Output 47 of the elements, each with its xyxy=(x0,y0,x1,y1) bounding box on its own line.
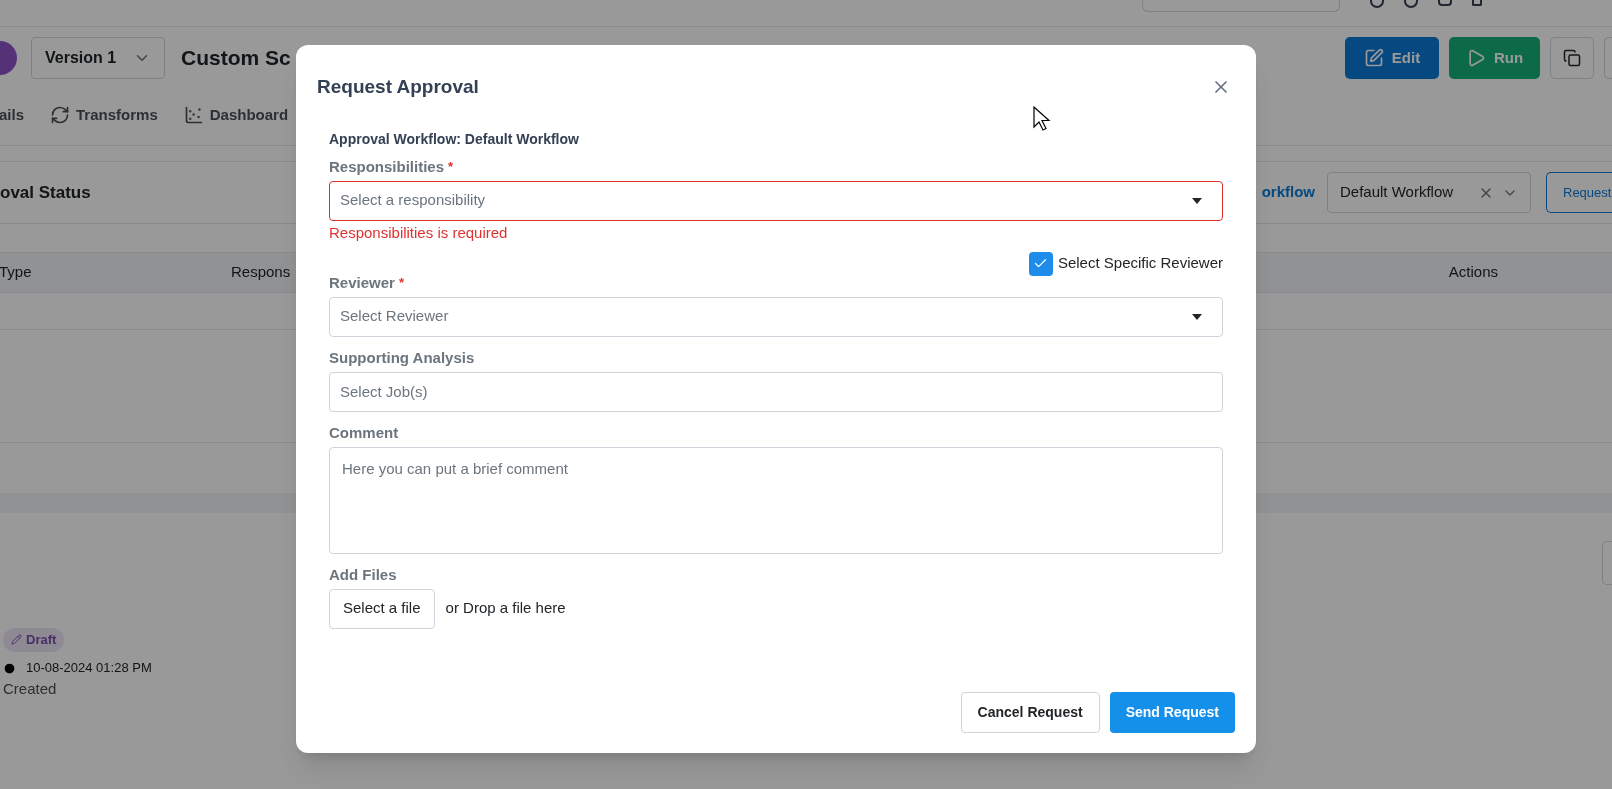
select-field[interactable]: Select Reviewer xyxy=(329,296,1223,337)
cancel-request-button[interactable]: Cancel Request xyxy=(960,692,1100,733)
column-header: Actions xyxy=(1448,262,1498,283)
input-field[interactable]: Select Job(s) xyxy=(329,371,1223,412)
workflow-link[interactable]: orkflow xyxy=(1261,181,1315,204)
caret-icon xyxy=(1192,313,1202,320)
timestamp: 10-08-2024 01:28 PM xyxy=(26,659,152,678)
column-header: Type xyxy=(0,262,33,283)
field-label: Supporting Analysis xyxy=(329,348,475,367)
scatter-chart-icon xyxy=(183,105,204,125)
field-label: Reviewer xyxy=(329,273,395,292)
required-mark: * xyxy=(448,157,454,176)
edit-icon xyxy=(1363,48,1384,68)
checkbox-label: Select Specific Reviewer xyxy=(1057,253,1223,274)
caret-icon xyxy=(1192,197,1202,204)
page-title: Custom Sc xyxy=(181,45,291,72)
edit-button[interactable]: Edit xyxy=(1345,37,1439,79)
tab[interactable]: ails xyxy=(0,103,25,127)
comment-field[interactable]: Here you can put a brief comment xyxy=(329,446,1223,554)
section-title: oval Status xyxy=(0,181,91,204)
error-message: Responsibilities is required xyxy=(329,223,509,242)
workflow-select[interactable]: Default Workflow xyxy=(1327,172,1531,213)
version-select[interactable]: Version 1 xyxy=(31,37,165,79)
copy-button[interactable] xyxy=(1550,37,1594,79)
dialog-title: Request Approval xyxy=(317,75,479,99)
history-event: Created xyxy=(3,678,58,699)
select-placeholder: Select a responsibility xyxy=(340,190,486,211)
field-label: Responsibilities xyxy=(329,157,445,176)
drop-hint: or Drop a file here xyxy=(445,598,566,619)
checkbox[interactable] xyxy=(1028,251,1053,276)
column-header: Respons xyxy=(231,262,291,283)
send-request-button[interactable]: Send Request xyxy=(1109,692,1235,733)
request-button[interactable]: Request xyxy=(1546,172,1612,213)
copy-icon xyxy=(1563,49,1581,67)
select-file-button[interactable]: Select a file xyxy=(329,588,435,629)
status-badge: Draft xyxy=(3,628,65,652)
field-label: Add Files xyxy=(329,565,397,584)
pencil-icon xyxy=(11,634,22,646)
mouse-cursor-icon xyxy=(1033,106,1051,132)
tab[interactable]: Dashboard xyxy=(183,103,289,127)
select-placeholder: Select Reviewer xyxy=(340,306,449,327)
field-label: Comment xyxy=(329,423,399,442)
workflow-line: Approval Workflow: Default Workflow xyxy=(329,129,580,149)
select-field[interactable]: Select a responsibility xyxy=(329,180,1223,221)
tab[interactable]: Transforms xyxy=(50,103,158,127)
cycle-icon xyxy=(50,105,71,125)
required-mark: * xyxy=(398,273,404,292)
